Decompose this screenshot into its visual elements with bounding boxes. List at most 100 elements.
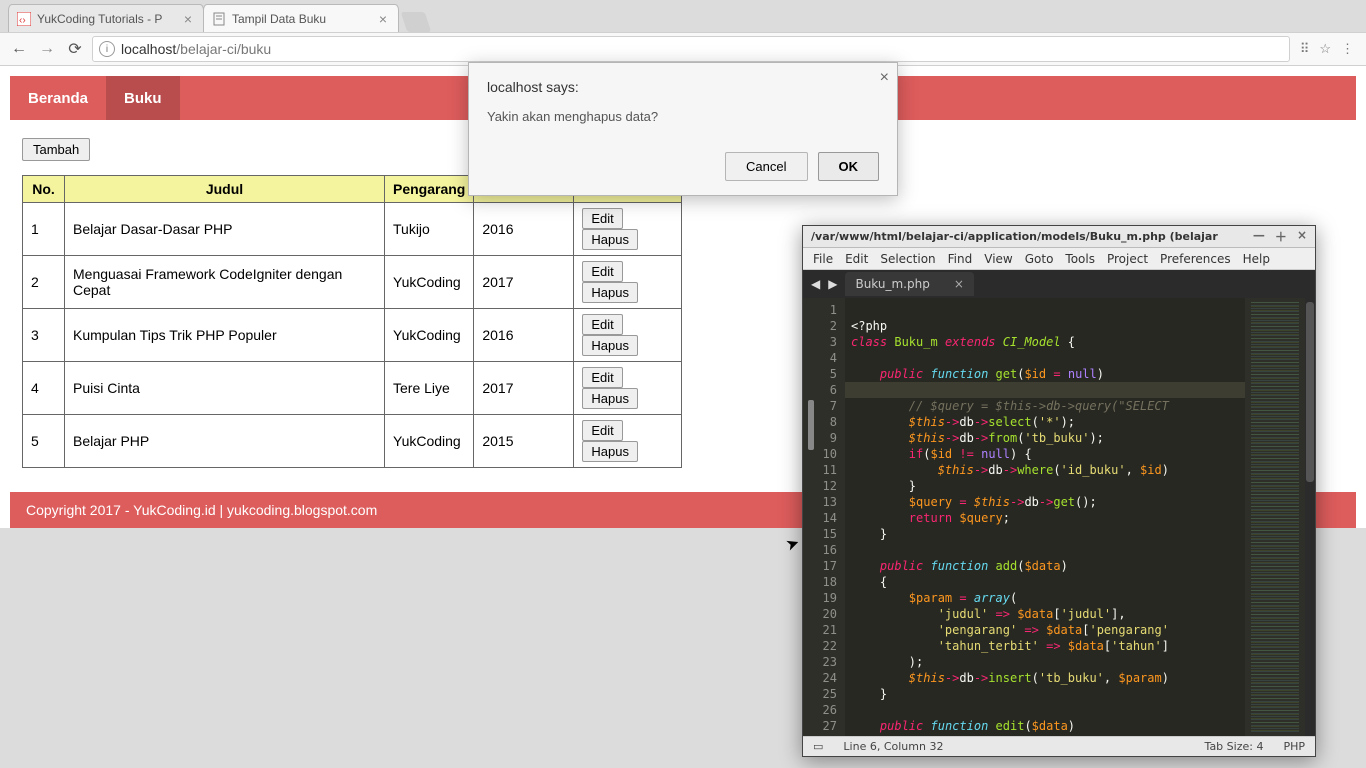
tab-strip: ‹› YukCoding Tutorials - P × Tampil Data… bbox=[0, 0, 1366, 32]
table-row: 5Belajar PHPYukCoding2015EditHapus bbox=[23, 415, 682, 468]
edit-button[interactable]: Edit bbox=[582, 208, 622, 229]
cell-judul: Menguasai Framework CodeIgniter dengan C… bbox=[65, 256, 385, 309]
th-judul: Judul bbox=[65, 176, 385, 203]
tab-prev-icon[interactable]: ◀ bbox=[811, 277, 820, 291]
url-path: /belajar-ci/buku bbox=[176, 41, 271, 57]
nav-beranda[interactable]: Beranda bbox=[10, 76, 106, 120]
window-divider[interactable] bbox=[808, 400, 814, 450]
cell-no: 1 bbox=[23, 203, 65, 256]
cell-pengarang: YukCoding bbox=[385, 415, 474, 468]
editor-area[interactable]: 1 2 3 4 5 6 7 8 9 10 11 12 13 14 15 16 1… bbox=[803, 298, 1315, 736]
status-tabsize[interactable]: Tab Size: 4 bbox=[1205, 740, 1264, 753]
status-position: Line 6, Column 32 bbox=[843, 740, 943, 753]
menu-preferences[interactable]: Preferences bbox=[1160, 252, 1231, 266]
cell-pengarang: YukCoding bbox=[385, 309, 474, 362]
confirm-dialog: × localhost says: Yakin akan menghapus d… bbox=[468, 62, 898, 196]
dialog-ok-button[interactable]: OK bbox=[818, 152, 880, 181]
minimap[interactable] bbox=[1245, 298, 1305, 736]
cell-actions: EditHapus bbox=[574, 415, 682, 468]
favicon-icon: ‹› bbox=[17, 12, 31, 26]
dialog-close-icon[interactable]: × bbox=[880, 69, 889, 87]
file-tab-close-icon[interactable]: × bbox=[954, 277, 964, 291]
file-tab-name: Buku_m.php bbox=[855, 277, 929, 291]
cell-actions: EditHapus bbox=[574, 256, 682, 309]
sidebar-toggle-icon[interactable]: ▭ bbox=[813, 740, 823, 753]
nav-buku[interactable]: Buku bbox=[106, 76, 180, 120]
edit-button[interactable]: Edit bbox=[582, 261, 622, 282]
delete-button[interactable]: Hapus bbox=[582, 282, 638, 303]
tab-next-icon[interactable]: ▶ bbox=[828, 277, 837, 291]
delete-button[interactable]: Hapus bbox=[582, 388, 638, 409]
dialog-message: Yakin akan menghapus data? bbox=[487, 109, 879, 124]
cell-pengarang: YukCoding bbox=[385, 256, 474, 309]
delete-button[interactable]: Hapus bbox=[582, 441, 638, 462]
delete-button[interactable]: Hapus bbox=[582, 335, 638, 356]
forward-button[interactable]: → bbox=[36, 38, 58, 60]
browser-tab-0[interactable]: ‹› YukCoding Tutorials - P × bbox=[8, 4, 204, 32]
edit-button[interactable]: Edit bbox=[582, 314, 622, 335]
menu-file[interactable]: File bbox=[813, 252, 833, 266]
table-row: 3Kumpulan Tips Trik PHP PopulerYukCoding… bbox=[23, 309, 682, 362]
cell-no: 2 bbox=[23, 256, 65, 309]
status-language[interactable]: PHP bbox=[1283, 740, 1305, 753]
menu-find[interactable]: Find bbox=[948, 252, 973, 266]
delete-button[interactable]: Hapus bbox=[582, 229, 638, 250]
menu-project[interactable]: Project bbox=[1107, 252, 1148, 266]
menu-view[interactable]: View bbox=[984, 252, 1012, 266]
tab-title: YukCoding Tutorials - P bbox=[37, 12, 181, 26]
sublime-statusbar: ▭ Line 6, Column 32 Tab Size: 4 PHP bbox=[803, 736, 1315, 756]
browser-tab-1[interactable]: Tampil Data Buku × bbox=[203, 4, 399, 32]
reload-button[interactable]: ⟳ bbox=[64, 38, 86, 60]
file-tab[interactable]: Buku_m.php × bbox=[845, 272, 973, 296]
tab-close-icon[interactable]: × bbox=[181, 12, 195, 26]
editor-scrollbar[interactable] bbox=[1305, 298, 1315, 736]
dialog-title: localhost says: bbox=[487, 79, 879, 95]
cell-no: 3 bbox=[23, 309, 65, 362]
cell-tahun: 2017 bbox=[474, 362, 574, 415]
cursor-icon: ➤ bbox=[783, 532, 802, 555]
tab-close-icon[interactable]: × bbox=[376, 12, 390, 26]
menu-icon[interactable]: ⋮ bbox=[1341, 41, 1354, 57]
menu-selection[interactable]: Selection bbox=[880, 252, 935, 266]
svg-text:‹›: ‹› bbox=[19, 15, 26, 26]
sublime-title: /var/www/html/belajar-ci/application/mod… bbox=[811, 230, 1218, 243]
maximize-icon[interactable]: ＋ bbox=[1275, 228, 1287, 245]
bookmark-icon[interactable]: ☆ bbox=[1319, 41, 1331, 57]
th-no: No. bbox=[23, 176, 65, 203]
menu-help[interactable]: Help bbox=[1243, 252, 1270, 266]
url-host: localhost bbox=[121, 41, 176, 57]
cell-tahun: 2017 bbox=[474, 256, 574, 309]
browser-toolbar: ← → ⟳ i localhost/belajar-ci/buku ⠿ ☆ ⋮ bbox=[0, 32, 1366, 66]
minimize-icon[interactable]: — bbox=[1253, 228, 1265, 245]
cell-actions: EditHapus bbox=[574, 362, 682, 415]
menu-edit[interactable]: Edit bbox=[845, 252, 868, 266]
sublime-tabs: ◀ ▶ Buku_m.php × bbox=[803, 270, 1315, 298]
address-bar[interactable]: i localhost/belajar-ci/buku bbox=[92, 36, 1290, 62]
edit-button[interactable]: Edit bbox=[582, 420, 622, 441]
cell-judul: Belajar PHP bbox=[65, 415, 385, 468]
cell-pengarang: Tukijo bbox=[385, 203, 474, 256]
dialog-cancel-button[interactable]: Cancel bbox=[725, 152, 807, 181]
menu-goto[interactable]: Goto bbox=[1025, 252, 1054, 266]
sublime-menubar: File Edit Selection Find View Goto Tools… bbox=[803, 248, 1315, 270]
table-row: 1Belajar Dasar-Dasar PHPTukijo2016EditHa… bbox=[23, 203, 682, 256]
data-table: No. Judul Pengarang Tahun Terbit 1Belaja… bbox=[22, 175, 682, 468]
add-button[interactable]: Tambah bbox=[22, 138, 90, 161]
sublime-titlebar[interactable]: /var/www/html/belajar-ci/application/mod… bbox=[803, 226, 1315, 248]
close-icon[interactable]: × bbox=[1297, 228, 1307, 245]
code-area[interactable]: <?php class Buku_m extends CI_Model { pu… bbox=[845, 298, 1245, 736]
new-tab-button[interactable] bbox=[401, 12, 431, 32]
table-row: 4Puisi CintaTere Liye2017EditHapus bbox=[23, 362, 682, 415]
table-row: 2Menguasai Framework CodeIgniter dengan … bbox=[23, 256, 682, 309]
cell-judul: Kumpulan Tips Trik PHP Populer bbox=[65, 309, 385, 362]
sublime-window: /var/www/html/belajar-ci/application/mod… bbox=[802, 225, 1316, 757]
cell-judul: Puisi Cinta bbox=[65, 362, 385, 415]
edit-button[interactable]: Edit bbox=[582, 367, 622, 388]
site-info-icon[interactable]: i bbox=[99, 41, 115, 57]
back-button[interactable]: ← bbox=[8, 38, 30, 60]
cell-tahun: 2015 bbox=[474, 415, 574, 468]
favicon-icon bbox=[212, 12, 226, 26]
menu-tools[interactable]: Tools bbox=[1065, 252, 1095, 266]
translate-icon[interactable]: ⠿ bbox=[1300, 41, 1310, 57]
browser-chrome: ‹› YukCoding Tutorials - P × Tampil Data… bbox=[0, 0, 1366, 67]
